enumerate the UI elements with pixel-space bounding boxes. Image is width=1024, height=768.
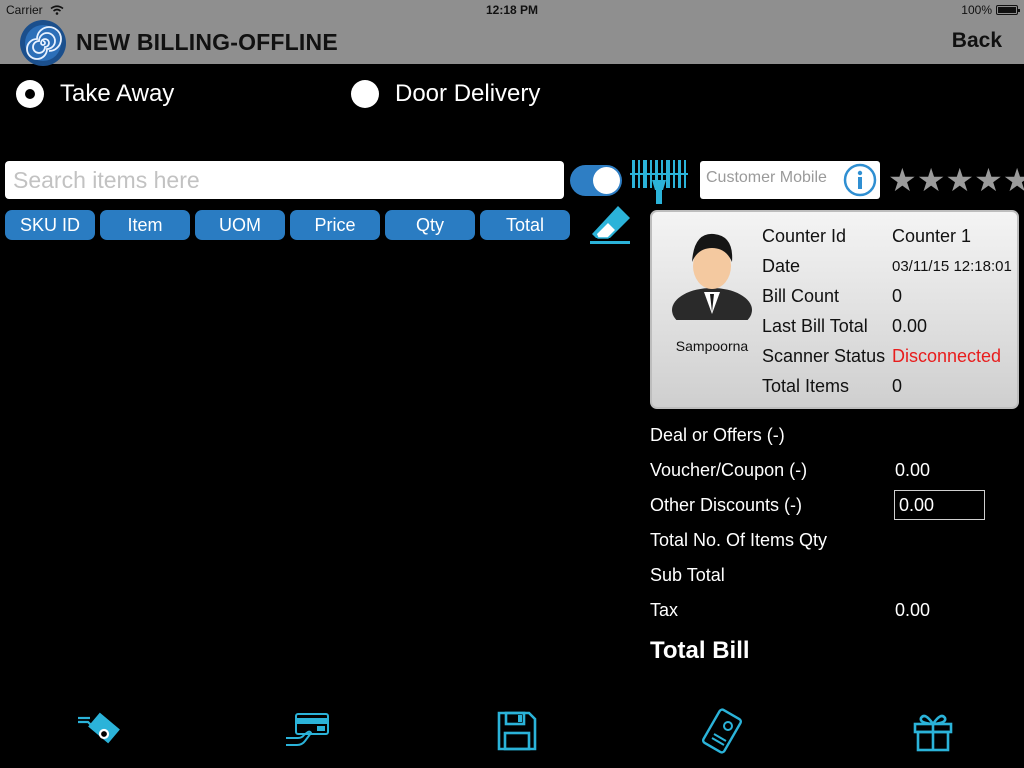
radio-label: Door Delivery <box>395 80 541 107</box>
column-total[interactable]: Total <box>480 210 570 240</box>
search-input[interactable] <box>5 161 564 199</box>
clear-items-icon[interactable] <box>588 204 634 246</box>
radio-indicator[interactable] <box>351 80 379 108</box>
total-bill-label: Total Bill <box>650 637 750 664</box>
cash-payment-icon[interactable] <box>76 708 122 754</box>
battery-icon <box>996 5 1020 15</box>
column-price[interactable]: Price <box>290 210 380 240</box>
radio-label: Take Away <box>60 80 175 107</box>
star-icon[interactable]: ★ <box>917 164 946 196</box>
radio-door-delivery[interactable]: Door Delivery <box>351 80 540 108</box>
sub-total-label: Sub Total <box>650 565 725 585</box>
user-name: Sampoorna <box>675 338 749 354</box>
info-icon[interactable] <box>843 163 877 197</box>
column-sku-id[interactable]: SKU ID <box>5 210 95 240</box>
tax-value: 0.00 <box>895 600 931 620</box>
back-button[interactable]: Back <box>952 29 1002 53</box>
star-icon[interactable]: ★ <box>888 164 917 196</box>
status-time: 12:18 PM <box>485 3 539 17</box>
column-uom[interactable]: UOM <box>195 210 285 240</box>
radio-indicator[interactable] <box>16 80 44 108</box>
user-avatar-icon <box>672 233 752 320</box>
voucher-label: Voucher/Coupon (-) <box>650 460 808 480</box>
other-discounts-label: Other Discounts (-) <box>650 495 803 515</box>
page-title: NEW BILLING-OFFLINE <box>76 29 338 55</box>
status-battery: 100% <box>961 3 1020 17</box>
star-icon[interactable]: ★ <box>1003 164 1024 196</box>
voucher-card-icon[interactable] <box>702 708 748 754</box>
column-item[interactable]: Item <box>100 210 190 240</box>
total-qty-label: Total No. Of Items Qty <box>650 530 828 550</box>
scanner-toggle[interactable] <box>570 165 622 196</box>
deals-label: Deal or Offers (-) <box>650 425 785 445</box>
voucher-value: 0.00 <box>895 460 931 480</box>
column-qty[interactable]: Qty <box>385 210 475 240</box>
navigation-bar: Carrier 12:18 PM 100% NEW BILLING-OFFLIN… <box>0 0 1024 66</box>
item-table-header: SKU ID Item UOM Price Qty Total <box>5 210 570 240</box>
save-icon[interactable] <box>494 708 540 754</box>
star-icon[interactable]: ★ <box>945 164 974 196</box>
counter-info-card: Sampoorna Counter Id Counter 1 Date 03/1… <box>650 210 1019 409</box>
app-logo <box>20 20 66 66</box>
gift-icon[interactable] <box>910 708 956 754</box>
star-icon[interactable]: ★ <box>974 164 1003 196</box>
spiral-logo-icon <box>25 25 62 61</box>
other-discounts-input[interactable] <box>894 490 985 520</box>
scanner-status-value: Disconnected <box>892 346 1002 366</box>
radio-take-away[interactable]: Take Away <box>16 80 174 108</box>
customer-mobile-input[interactable] <box>706 169 846 187</box>
tax-label: Tax <box>650 600 679 620</box>
card-payment-icon[interactable] <box>284 708 330 754</box>
customer-rating[interactable]: ★ ★ ★ ★ ★ <box>888 164 1024 196</box>
barcode-scanner-icon[interactable] <box>630 158 688 206</box>
